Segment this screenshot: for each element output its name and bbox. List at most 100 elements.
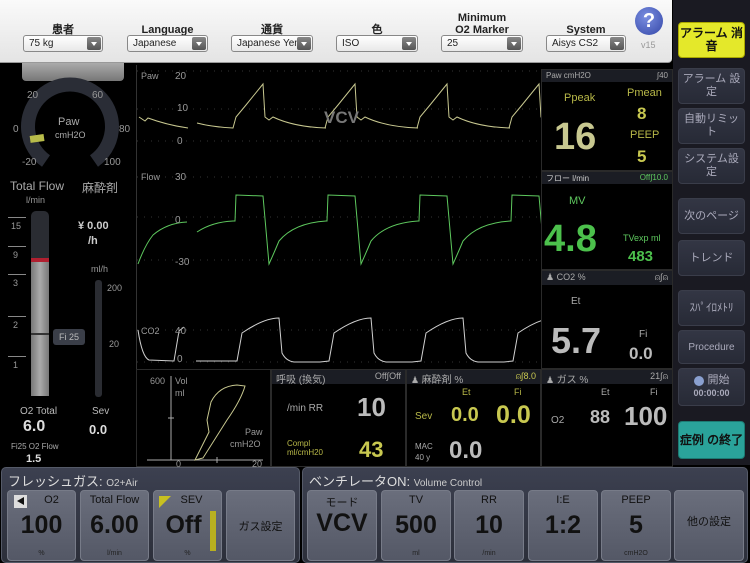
tvexp-label: TVexp ml	[623, 233, 661, 243]
peep-tile-unit: cmH2O	[624, 550, 648, 557]
procedure-button[interactable]: Procedure	[678, 330, 745, 364]
agent-sev-et: 0.0	[451, 404, 479, 426]
co2-fi-label: Fi	[639, 329, 648, 340]
system-value: Aisys CS2	[552, 38, 599, 49]
co2-values-header: ♟ CO2 % ⍝∫⍝	[542, 271, 672, 285]
gas-o2-et: 88	[590, 407, 611, 427]
co2-header-left: ♟ CO2 %	[546, 272, 586, 284]
agent-et-label: Et	[462, 387, 471, 397]
flow-tick: -30	[175, 257, 190, 268]
agent-header-left: ♟ 麻酔剤 %	[411, 371, 463, 386]
spirometry-button[interactable]: ｽﾊﾟｲﾛﾒﾄﾘ	[678, 290, 745, 326]
gas-o2-fi: 100	[624, 401, 668, 431]
paw-values-panel[interactable]: Paw cmH2O ∫40 Ppeak 16 Pmean 8 PEEP 5	[541, 69, 673, 171]
chevron-down-icon	[192, 37, 206, 50]
co2-values-panel[interactable]: ♟ CO2 % ⍝∫⍝ Et 5.7 Fi 0.0	[541, 270, 673, 369]
o2-tile-value: 100	[20, 511, 63, 539]
gas-settings-button[interactable]: ガス設定	[226, 490, 295, 561]
next-page-button[interactable]: 次のページ	[678, 198, 745, 234]
flow-waveform	[137, 194, 542, 266]
language-select[interactable]: Japanese	[127, 35, 208, 52]
peep-tile[interactable]: PEEP 5 cmH2O	[601, 490, 671, 561]
help-button[interactable]: ?	[635, 7, 663, 35]
gauge-tick: 60	[92, 90, 104, 101]
o2marker-label-line1: Minimum	[457, 12, 507, 24]
o2marker-select[interactable]: 25	[441, 35, 523, 52]
o2-total-label: O2 Total	[20, 406, 58, 417]
sev-tile[interactable]: SEV Off %	[153, 490, 222, 561]
paw-tick: 20	[175, 71, 187, 82]
pmean-label: Pmean	[627, 87, 662, 99]
system-select[interactable]: Aisys CS2	[546, 35, 626, 52]
timer-value: 00:00:00	[693, 388, 730, 398]
chevron-down-icon	[610, 37, 624, 50]
color-select[interactable]: ISO	[336, 35, 418, 52]
pmean-value: 8	[637, 104, 647, 123]
flow-tick: 30	[175, 172, 187, 183]
clock-icon	[693, 375, 704, 386]
tv-tile-label: TV	[408, 494, 424, 506]
paw-wave-label: Paw	[141, 71, 159, 81]
timer-start-button[interactable]: 開始 00:00:00	[678, 368, 745, 406]
mac-label-line1: MAC	[415, 442, 433, 451]
fresh-gas-title: フレッシュガス: O2+Air	[8, 471, 138, 490]
respiration-panel[interactable]: 呼吸 (換気) Off∫Off /min RR 10 Compl ml/cmH20 …	[271, 369, 406, 467]
chevron-down-icon	[507, 37, 521, 50]
peep-tile-label: PEEP	[621, 494, 651, 506]
auto-limits-button[interactable]: 自動リミット	[678, 108, 745, 144]
agent-title: 麻酔剤	[82, 181, 119, 195]
tv-tile[interactable]: TV 500 ml	[381, 490, 451, 561]
fresh-gas-bar: フレッシュガス: O2+Air O2 100 % Total Flow 6.00…	[1, 467, 300, 563]
currency-select[interactable]: Japanese Yen	[231, 35, 313, 52]
respiration-header: 呼吸 (換気) Off∫Off	[272, 370, 405, 386]
fresh-gas-title-text: フレッシュガス:	[8, 474, 103, 489]
gas-panel[interactable]: ♟ ガス % 21∫⍝ Et Fi O2 88 100	[541, 369, 673, 467]
settings-bar: 患者 75 kg Language Japanese 通貨 Japanese Y…	[0, 0, 672, 63]
end-case-button[interactable]: 症例 の終了	[678, 421, 745, 459]
patient-setting: 患者 75 kg	[23, 4, 103, 60]
flow-values-limit: Off∫10.0	[639, 173, 668, 182]
person-icon: ♟	[546, 272, 555, 282]
total-flow-tile[interactable]: Total Flow 6.00 l/min	[80, 490, 149, 561]
tvexp-value: 483	[628, 248, 654, 265]
agent-rate-bar	[95, 280, 102, 397]
flow-values-panel[interactable]: フロー l/min Off∫10.0 MV 4.8 TVexp ml 483	[541, 171, 673, 270]
o2-tile[interactable]: O2 100 %	[7, 490, 76, 561]
gas-o2-label: O2	[551, 415, 565, 426]
trend-button[interactable]: トレンド	[678, 240, 745, 276]
rr-value: 10	[357, 392, 386, 422]
mode-tile[interactable]: モード VCV	[307, 490, 377, 561]
ppeak-label: Ppeak	[564, 92, 596, 104]
flowmeter-panel: Total Flow l/min 麻酔剤 15 9 3 2 1 Fi 25 ¥ …	[0, 171, 136, 467]
mac-label-line2: 40 y	[415, 453, 431, 462]
ppeak-value: 16	[554, 116, 597, 158]
agent-panel[interactable]: ♟ 麻酔剤 % ⍝∫8.0 Et Fi Sev 0.0 0.0 MAC 40 y 0…	[406, 369, 541, 467]
peep-value: 5	[637, 147, 647, 166]
other-settings-button[interactable]: 他の設定	[674, 490, 744, 561]
paw-values-header: Paw cmH2O ∫40	[542, 70, 672, 82]
gauge-tick: -20	[22, 157, 37, 168]
tick-line	[8, 274, 26, 275]
system-settings-button[interactable]: システム設定	[678, 148, 745, 184]
rr-tile-label: RR	[481, 494, 497, 506]
fi25-value: 1.5	[26, 453, 42, 465]
flowmeter-title: Total Flow	[10, 179, 65, 193]
gas-limit: 21∫⍝	[650, 371, 668, 383]
o2-total-value: 6.0	[23, 418, 46, 435]
alarm-silence-button[interactable]: アラーム 消音	[678, 22, 745, 58]
chevron-down-icon	[297, 37, 311, 50]
fi-marker-line	[31, 333, 49, 335]
o2-flow-arrow-icon	[14, 495, 27, 508]
timer-start-row: 開始	[693, 374, 730, 387]
language-value: Japanese	[133, 38, 177, 49]
sev-label: Sev	[92, 406, 110, 417]
ie-tile[interactable]: I:E 1:2	[528, 490, 598, 561]
gauge-tick: 80	[119, 124, 131, 135]
mode-tile-value: VCV	[316, 509, 368, 537]
fresh-gas-subtitle: O2+Air	[106, 478, 138, 489]
gauge-label: Paw	[58, 116, 80, 128]
alarm-settings-button[interactable]: アラーム 設定	[678, 68, 745, 104]
rr-tile[interactable]: RR 10 /min	[454, 490, 524, 561]
rr-tile-unit: /min	[482, 550, 496, 557]
patient-select[interactable]: 75 kg	[23, 35, 103, 52]
